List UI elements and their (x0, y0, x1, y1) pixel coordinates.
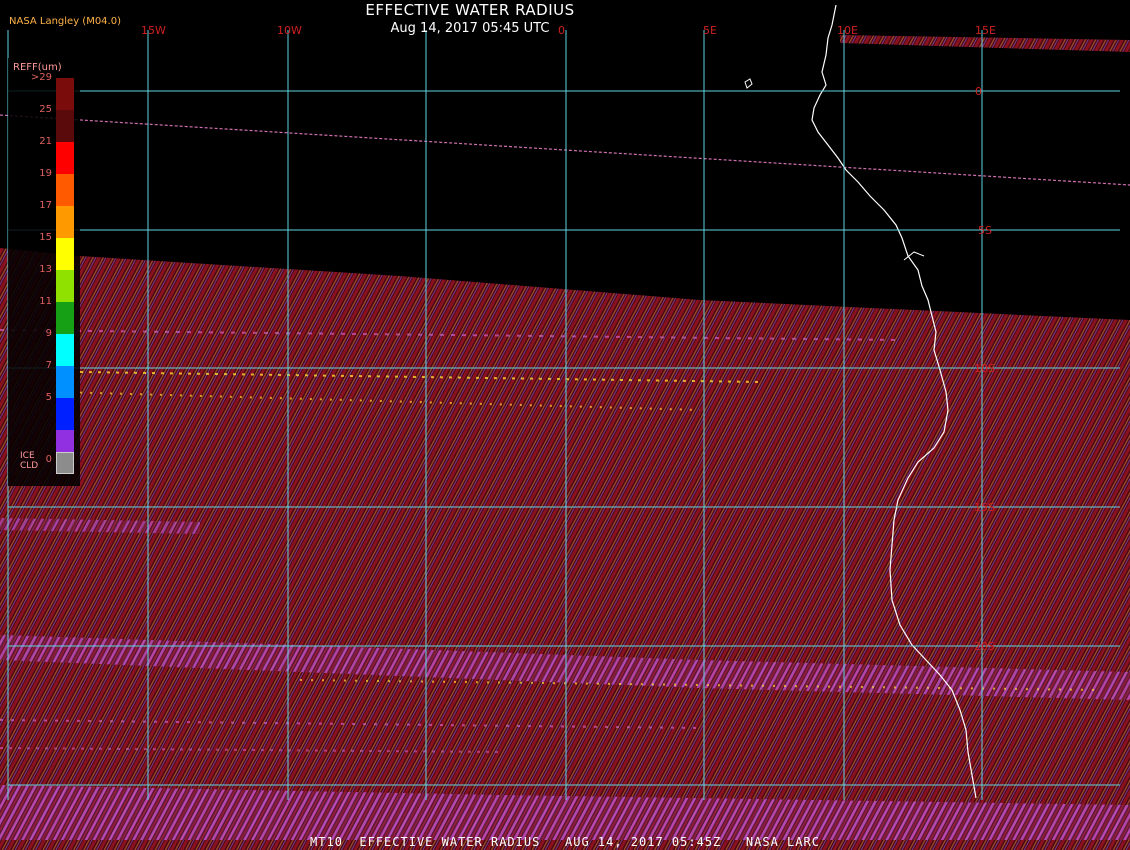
lon-label-10w: 10W (277, 24, 302, 37)
legend-tick-label: 5 (45, 392, 52, 403)
legend-tick-label: 11 (39, 296, 52, 307)
ice-cloud-label: ICE CLD (20, 451, 39, 471)
legend-swatch (56, 238, 74, 270)
lat-label-15s: 15S (974, 501, 995, 514)
island (744, 78, 753, 89)
footer-caption: MT10 EFFECTIVE WATER RADIUS AUG 14, 2017… (310, 835, 820, 849)
legend-swatch (56, 142, 74, 174)
lat-label-10s: 10S (974, 362, 995, 375)
legend-tick-label: 21 (39, 136, 52, 147)
map-datetime: Aug 14, 2017 05:45 UTC (390, 21, 550, 36)
credit-label: NASA Langley (M04.0) (9, 16, 121, 27)
legend-tick-label: 9 (45, 328, 52, 339)
lon-label-10e: 10E (837, 24, 858, 37)
legend-tick-label: 25 (39, 104, 52, 115)
legend-tick-label: >29 (30, 72, 52, 83)
legend-tick-label: 15 (39, 232, 52, 243)
orbit-track (0, 114, 1130, 186)
lat-label-5s: 5S (978, 224, 992, 237)
legend-swatch (56, 206, 74, 238)
legend-swatch (56, 398, 74, 430)
legend-tick-label: 19 (39, 168, 52, 179)
legend-swatch (56, 270, 74, 302)
legend-swatch (56, 110, 74, 142)
legend-swatch (56, 302, 74, 334)
legend-swatch (56, 366, 74, 398)
legend-swatch (56, 78, 74, 110)
ice-cloud-swatch (56, 452, 74, 474)
map-title: EFFECTIVE WATER RADIUS (365, 1, 575, 19)
color-legend: REFF(um) >29 25 21 19 17 15 13 11 9 7 5 0 ICE CLD (8, 58, 80, 486)
legend-tick-label: 7 (45, 360, 52, 371)
satellite-map: 15W 10W 0 5E 10E 15E 0 5S 10S 15S 20S (0, 4, 1130, 850)
legend-tick-label: 13 (39, 264, 52, 275)
legend-swatch (56, 174, 74, 206)
legend-swatch (56, 334, 74, 366)
legend-tick-label: 17 (39, 200, 52, 211)
lat-label-0: 0 (975, 85, 982, 98)
cloud-swath-main (0, 248, 1130, 850)
lon-label-15w: 15W (141, 24, 166, 37)
lon-label-5e: 5E (703, 24, 717, 37)
cloud-swath-top-right (840, 35, 1130, 52)
lon-label-15e: 15E (975, 24, 996, 37)
lat-label-20s: 20S (974, 640, 995, 653)
